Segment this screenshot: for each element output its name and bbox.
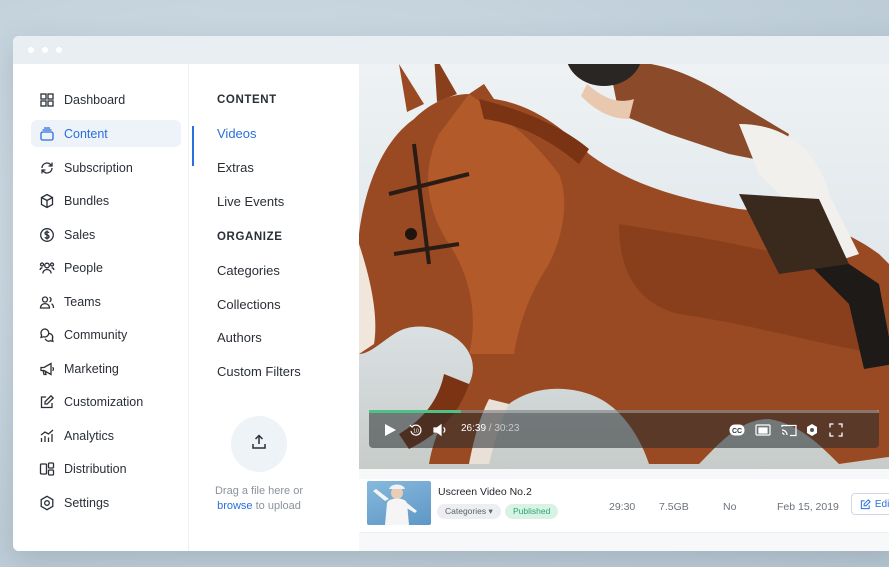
dollar-circle-icon xyxy=(38,226,56,244)
edit-button[interactable]: Edit xyxy=(851,493,889,515)
subnav-item-videos[interactable]: Videos xyxy=(217,126,257,141)
fullscreen-icon[interactable] xyxy=(829,423,843,437)
captions-icon[interactable]: CC xyxy=(729,423,745,437)
sidebar-item-teams[interactable]: Teams xyxy=(31,288,181,315)
sidebar-item-marketing[interactable]: Marketing xyxy=(31,355,181,382)
analytics-icon xyxy=(38,427,56,445)
subnav-item-extras[interactable]: Extras xyxy=(217,160,254,175)
sidebar-item-label: Dashboard xyxy=(64,92,126,107)
content-section-heading: CONTENT xyxy=(217,94,277,106)
cast-icon[interactable] xyxy=(781,423,797,437)
refresh-icon xyxy=(38,159,56,177)
content-main: 10 26:39 / 30:23 CC Uscreen Video No.2 C… xyxy=(359,64,889,551)
browse-link[interactable]: browse xyxy=(217,500,252,512)
sidebar-item-dashboard[interactable]: Dashboard xyxy=(31,86,181,113)
sidebar-item-label: Marketing xyxy=(64,361,119,376)
subnav-item-collections[interactable]: Collections xyxy=(217,297,281,312)
video-duration: 29:30 xyxy=(609,501,636,513)
sidebar-item-label: Customization xyxy=(64,394,144,409)
dashboard-grid-icon xyxy=(38,91,56,109)
miniplayer-icon[interactable] xyxy=(755,423,771,437)
table-row[interactable]: Uscreen Video No.2 Categories ▾ Publishe… xyxy=(359,479,889,533)
video-flag: No xyxy=(723,501,737,513)
sidebar-item-label: Settings xyxy=(64,495,110,510)
settings-hexagon-icon xyxy=(38,494,56,512)
video-date: Feb 15, 2019 xyxy=(777,501,839,513)
content-subnav: CONTENT Videos Extras Live Events ORGANI… xyxy=(189,64,359,551)
active-indicator xyxy=(192,126,194,166)
upload-dropzone-text: Drag a file here or browse to upload xyxy=(189,484,329,514)
subnav-item-authors[interactable]: Authors xyxy=(217,330,262,345)
megaphone-icon xyxy=(38,360,56,378)
upload-instruction: Drag a file here or xyxy=(214,485,304,497)
replay-10-icon[interactable]: 10 xyxy=(409,423,423,437)
sidebar-item-distribution[interactable]: Distribution xyxy=(31,455,181,482)
category-label: Categories xyxy=(445,506,487,516)
window-titlebar xyxy=(13,36,889,64)
video-thumbnail xyxy=(367,481,431,525)
sidebar-item-label: Distribution xyxy=(64,461,127,476)
sidebar-item-label: Community xyxy=(64,327,128,342)
subnav-item-categories[interactable]: Categories xyxy=(217,263,280,278)
sidebar-item-bundles[interactable]: Bundles xyxy=(31,187,181,214)
main-sidebar: Dashboard Content Subscription Bundles S… xyxy=(13,64,189,551)
chevron-down-icon: ▾ xyxy=(488,506,493,516)
video-file-size: 7.5GB xyxy=(659,501,689,513)
svg-text:CC: CC xyxy=(732,428,742,435)
organize-section-heading: ORGANIZE xyxy=(217,231,283,243)
video-progress-track[interactable] xyxy=(369,410,879,413)
people-icon xyxy=(38,259,56,277)
video-title[interactable]: Uscreen Video No.2 xyxy=(438,486,532,498)
upload-button[interactable] xyxy=(231,416,287,472)
sidebar-item-label: Teams xyxy=(64,294,101,309)
video-frame-horse-rider xyxy=(359,64,889,464)
sidebar-item-content[interactable]: Content xyxy=(31,120,181,147)
sidebar-item-label: Content xyxy=(64,126,108,141)
volume-icon[interactable] xyxy=(433,423,449,437)
box-icon xyxy=(38,192,56,210)
layers-icon xyxy=(38,125,56,143)
app-window: Dashboard Content Subscription Bundles S… xyxy=(13,36,889,551)
edit-label: Edit xyxy=(874,498,889,510)
video-progress-fill xyxy=(369,410,461,413)
sidebar-item-label: Subscription xyxy=(64,160,133,175)
video-player[interactable]: 10 26:39 / 30:23 CC xyxy=(359,64,889,469)
sidebar-item-label: People xyxy=(64,260,103,275)
svg-text:10: 10 xyxy=(413,429,419,435)
sidebar-item-label: Bundles xyxy=(64,193,110,208)
window-dot xyxy=(28,47,34,53)
total-duration: 30:23 xyxy=(494,423,520,434)
sidebar-item-settings[interactable]: Settings xyxy=(31,489,181,516)
sidebar-item-label: Sales xyxy=(64,227,96,242)
sidebar-item-label: Analytics xyxy=(64,428,115,443)
upload-icon xyxy=(250,433,268,456)
subnav-item-live-events[interactable]: Live Events xyxy=(217,194,284,209)
subnav-item-custom-filters[interactable]: Custom Filters xyxy=(217,364,301,379)
play-icon[interactable] xyxy=(383,423,397,437)
video-timecode: 26:39 / 30:23 xyxy=(461,423,519,434)
video-controls-bar: 10 26:39 / 30:23 CC xyxy=(369,410,879,448)
sidebar-item-community[interactable]: Community xyxy=(31,321,181,348)
sidebar-item-customization[interactable]: Customization xyxy=(31,388,181,415)
sidebar-item-people[interactable]: People xyxy=(31,254,181,281)
sidebar-item-analytics[interactable]: Analytics xyxy=(31,422,181,449)
distribution-icon xyxy=(38,460,56,478)
settings-gear-icon[interactable] xyxy=(805,423,819,437)
edit-square-icon xyxy=(38,393,56,411)
window-dot xyxy=(42,47,48,53)
sidebar-item-sales[interactable]: Sales xyxy=(31,221,181,248)
team-icon xyxy=(38,293,56,311)
current-time: 26:39 xyxy=(461,423,487,434)
window-dot xyxy=(56,47,62,53)
upload-instruction-suffix: to upload xyxy=(252,500,301,512)
chat-bubbles-icon xyxy=(38,326,56,344)
edit-pencil-icon xyxy=(860,498,871,509)
category-dropdown[interactable]: Categories ▾ xyxy=(437,504,501,519)
status-badge: Published xyxy=(505,504,559,519)
sidebar-item-subscription[interactable]: Subscription xyxy=(31,154,181,181)
